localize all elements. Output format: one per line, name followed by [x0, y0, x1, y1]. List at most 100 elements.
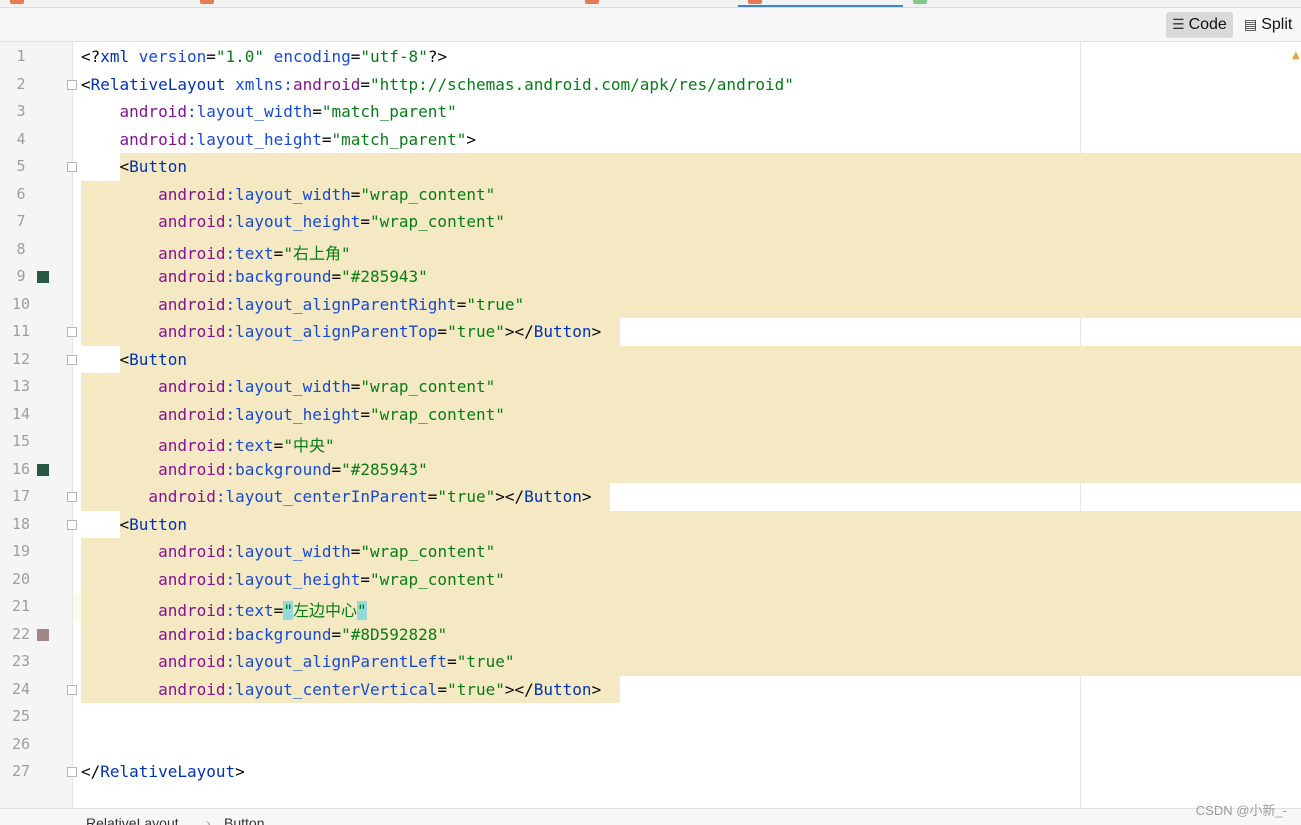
fold-marker-icon[interactable]: [67, 767, 77, 777]
split-view-button[interactable]: ▤ Split: [1238, 12, 1298, 38]
code-text: android:layout_height="wrap_content": [81, 405, 505, 424]
code-line[interactable]: 2 <RelativeLayout xmlns:android="http://s…: [0, 71, 1301, 99]
code-token: >: [581, 487, 592, 506]
code-line[interactable]: 20 android:layout_height="wrap_content": [0, 565, 1301, 593]
code-line[interactable]: 12 <Button: [0, 345, 1301, 373]
editor-tab[interactable]: [905, 0, 945, 7]
editor-tab[interactable]: [0, 0, 60, 7]
code-token: RelativeLayout: [100, 762, 236, 781]
code-line[interactable]: 11 android:layout_alignParentTop="true">…: [0, 318, 1301, 346]
code-token: ?>: [427, 47, 448, 66]
code-token: =: [360, 212, 370, 231]
code-token: :layout_height: [225, 404, 361, 424]
fold-marker-icon[interactable]: [67, 684, 77, 695]
code-text: android:text="中央": [81, 432, 335, 456]
editor-toolbar: ☰ Code ▤ Split: [0, 8, 1301, 42]
code-line[interactable]: 19 android:layout_width="wrap_content": [0, 538, 1301, 566]
code-line[interactable]: 15 android:text="中央": [0, 428, 1301, 456]
code-line[interactable]: 10 android:layout_alignParentRight="true…: [0, 290, 1301, 318]
code-line[interactable]: 1 <?xml version="1.0" encoding="utf-8"?>: [0, 43, 1301, 71]
code-line[interactable]: 4 android:layout_height="match_parent">: [0, 126, 1301, 154]
code-token: =: [312, 102, 322, 121]
code-token: =: [331, 267, 342, 286]
code-editor[interactable]: 1 <?xml version="1.0" encoding="utf-8"?> 2…: [0, 42, 1301, 808]
line-number: 12: [11, 349, 31, 368]
code-line[interactable]: 5 <Button: [0, 153, 1301, 181]
code-line[interactable]: 21 android:text="左边中心": [0, 593, 1301, 621]
breadcrumb-item-button[interactable]: Button: [224, 815, 264, 825]
fold-marker-icon[interactable]: [67, 519, 77, 530]
line-number: 14: [11, 404, 31, 423]
code-line[interactable]: 24 android:layout_centerVertical="true">…: [0, 675, 1301, 703]
line-number: 4: [16, 129, 26, 148]
fold-marker-icon[interactable]: [67, 492, 77, 502]
color-swatch-icon[interactable]: [37, 271, 49, 283]
code-line[interactable]: 18 <Button: [0, 510, 1301, 538]
editor-tab[interactable]: [575, 0, 735, 7]
code-token: :layout_width: [186, 102, 313, 121]
fold-marker-icon[interactable]: [67, 327, 77, 337]
code-line[interactable]: 3 android:layout_width="match_parent": [0, 98, 1301, 126]
code-token: ></: [504, 679, 534, 699]
code-line[interactable]: 13 android:layout_width="wrap_content": [0, 373, 1301, 401]
fold-marker-icon[interactable]: [67, 354, 77, 365]
code-text: android:layout_width="wrap_content": [81, 542, 495, 561]
code-text: android:layout_height="match_parent">: [81, 130, 476, 149]
code-view-button[interactable]: ☰ Code: [1166, 12, 1233, 38]
color-swatch-icon[interactable]: [37, 628, 49, 641]
fold-marker-icon[interactable]: [67, 79, 77, 90]
warning-indicator-icon[interactable]: ▲: [1292, 50, 1300, 61]
code-token: xml: [100, 47, 139, 66]
code-line[interactable]: 16 android:background="#285943": [0, 455, 1301, 483]
code-line[interactable]: 7 android:layout_height="wrap_content": [0, 208, 1301, 236]
code-token: Button: [129, 157, 187, 176]
code-token: =: [350, 184, 361, 204]
code-line[interactable]: 14 android:layout_height="wrap_content": [0, 400, 1301, 428]
code-line[interactable]: 9 android:background="#285943": [0, 263, 1301, 291]
code-line[interactable]: 25: [0, 703, 1301, 731]
code-token: ></: [504, 322, 534, 341]
code-token: android: [81, 679, 226, 699]
code-token: <?: [81, 47, 101, 66]
code-token: =: [331, 624, 342, 644]
code-token: Button: [524, 487, 582, 506]
code-token: :text: [225, 243, 274, 263]
code-token: "match_parent": [331, 129, 467, 149]
code-token: ": [283, 601, 293, 620]
code-token: :layout_centerVertical: [225, 679, 438, 699]
breadcrumb-item-relativelayout[interactable]: RelativeLayout: [86, 815, 179, 825]
code-token: "true": [456, 652, 515, 671]
code-text: android:layout_height="wrap_content": [81, 212, 505, 231]
line-number: 1: [16, 47, 26, 65]
file-icon: [585, 0, 599, 4]
fold-marker-icon[interactable]: [67, 162, 77, 172]
line-number: 22: [11, 624, 31, 643]
code-token: >: [466, 129, 476, 149]
code-token: "中央": [283, 436, 335, 455]
line-number: 16: [11, 459, 31, 478]
code-token: :layout_alignParentTop: [225, 322, 438, 341]
code-line[interactable]: 8 android:text="右上角": [0, 235, 1301, 263]
code-line[interactable]: 23 android:layout_alignParentLeft="true": [0, 648, 1301, 676]
code-token: android: [81, 267, 226, 286]
code-line[interactable]: 17 android:layout_centerInParent="true">…: [0, 483, 1301, 511]
color-swatch-icon[interactable]: [37, 463, 49, 476]
code-token: "wrap_content": [360, 184, 496, 204]
code-token: =: [206, 47, 216, 66]
code-token: ": [356, 601, 367, 620]
line-number: 25: [11, 707, 31, 725]
code-line[interactable]: 27 </RelativeLayout>: [0, 758, 1301, 786]
code-token: android: [81, 212, 226, 231]
code-line[interactable]: 26: [0, 731, 1301, 759]
code-line[interactable]: 6 android:layout_width="wrap_content": [0, 180, 1301, 208]
editor-tab[interactable]: [190, 0, 390, 7]
code-token: =: [331, 459, 342, 479]
code-token: :background: [225, 459, 332, 479]
code-token: version: [138, 47, 207, 66]
code-text: </RelativeLayout>: [81, 762, 245, 781]
file-icon: [200, 0, 214, 4]
editor-tab-active[interactable]: [738, 0, 903, 7]
line-number: 8: [16, 239, 26, 258]
code-token: "true": [447, 322, 505, 341]
code-line[interactable]: 22 android:background="#8D592828": [0, 620, 1301, 648]
